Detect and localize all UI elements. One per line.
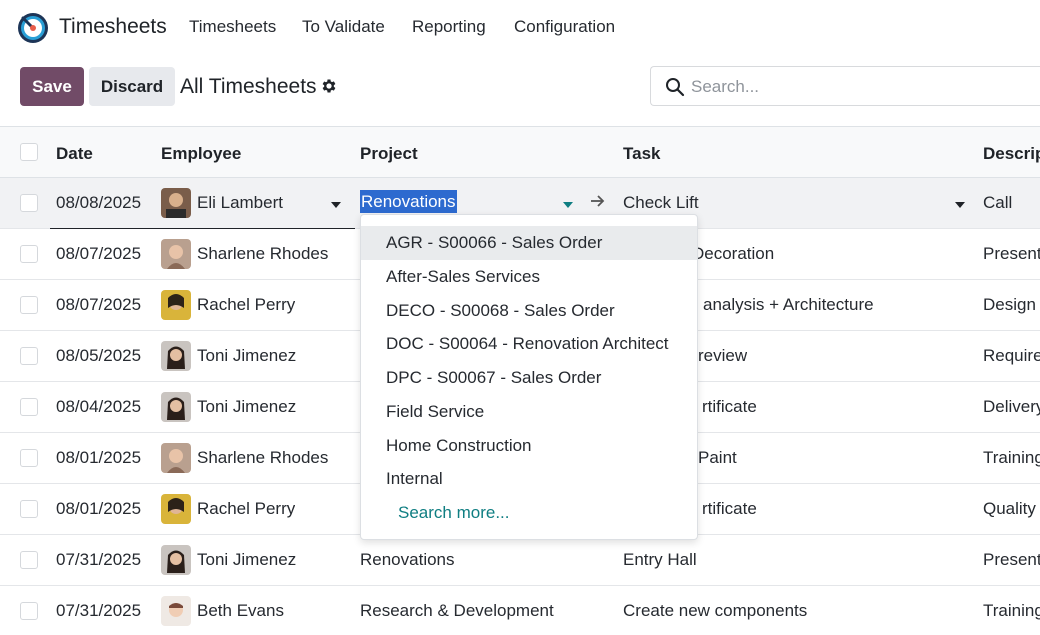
row-task[interactable]: Check Lift	[623, 193, 699, 213]
nav-reporting[interactable]: Reporting	[412, 17, 486, 37]
row-checkbox[interactable]	[20, 602, 38, 620]
dropdown-option[interactable]: DOC - S00064 - Renovation Architect	[361, 327, 697, 361]
caret-down-icon[interactable]	[563, 202, 573, 208]
row-employee: Toni Jimenez	[197, 397, 297, 416]
row-date: 08/01/2025	[56, 499, 142, 518]
row-checkbox[interactable]	[20, 245, 38, 263]
nav-configuration[interactable]: Configuration	[514, 17, 615, 37]
row-employee: Toni Jimenez	[197, 346, 297, 365]
row-checkbox[interactable]	[20, 347, 38, 365]
search-input[interactable]	[691, 76, 1031, 98]
avatar	[161, 596, 191, 626]
row-description: Training	[983, 448, 1040, 467]
row-checkbox[interactable]	[20, 398, 38, 416]
app-logo-icon[interactable]	[17, 12, 49, 44]
row-employee: Sharlene Rhodes	[197, 448, 329, 467]
column-task[interactable]: Task	[623, 144, 661, 164]
top-navbar: Timesheets Timesheets To Validate Report…	[0, 0, 1040, 56]
column-date[interactable]: Date	[56, 144, 93, 164]
row-date: 07/31/2025	[56, 601, 142, 620]
avatar	[161, 545, 191, 575]
select-all-checkbox[interactable]	[20, 143, 38, 161]
row-project: Renovations	[360, 550, 455, 569]
table-row[interactable]: 07/31/2025 Beth Evans Research & Develop…	[0, 586, 1040, 635]
row-date: 08/05/2025	[56, 346, 142, 365]
project-dropdown: AGR - S00066 - Sales Order After-Sales S…	[360, 214, 698, 540]
dropdown-option[interactable]: DPC - S00067 - Sales Order	[361, 361, 697, 395]
row-project: Research & Development	[360, 601, 554, 620]
column-description[interactable]: Descrip	[983, 144, 1040, 164]
row-date: 08/07/2025	[56, 295, 142, 314]
row-description: Delivery	[983, 397, 1040, 416]
row-task: Paint	[698, 448, 737, 467]
row-employee: Beth Evans	[197, 601, 284, 620]
dropdown-option[interactable]: DECO - S00068 - Sales Order	[361, 294, 697, 328]
row-task: Entry Hall	[623, 550, 697, 569]
row-task: Create new components	[623, 601, 808, 620]
project-input-selected[interactable]: Renovations	[360, 190, 457, 213]
row-date: 08/01/2025	[56, 448, 142, 467]
row-date[interactable]: 08/08/2025	[56, 193, 141, 213]
caret-down-icon[interactable]	[331, 202, 341, 208]
table-header: Date Employee Project Task Descrip	[0, 126, 1040, 178]
table-row[interactable]: 07/31/2025 Toni Jimenez Renovations Entr…	[0, 535, 1040, 586]
column-project[interactable]: Project	[360, 144, 418, 164]
avatar	[161, 188, 191, 218]
gear-icon[interactable]	[320, 77, 338, 95]
row-checkbox[interactable]	[20, 551, 38, 569]
dropdown-option[interactable]: Field Service	[361, 395, 697, 429]
dropdown-option[interactable]: After-Sales Services	[361, 260, 697, 294]
row-checkbox[interactable]	[20, 449, 38, 467]
row-description: Training	[983, 601, 1040, 620]
row-checkbox[interactable]	[20, 194, 38, 212]
row-employee[interactable]: Eli Lambert	[197, 193, 283, 213]
row-description: Present	[983, 244, 1040, 263]
avatar	[161, 341, 191, 371]
row-date: 08/04/2025	[56, 397, 142, 416]
row-task: rtificate	[702, 499, 757, 518]
row-task: analysis + Architecture	[703, 295, 874, 314]
avatar	[161, 392, 191, 422]
row-date: 07/31/2025	[56, 550, 142, 569]
avatar	[161, 494, 191, 524]
row-employee: Rachel Perry	[197, 499, 296, 518]
search-more-link[interactable]: Search more...	[361, 496, 697, 530]
dropdown-option[interactable]: Home Construction	[361, 429, 697, 463]
column-employee[interactable]: Employee	[161, 144, 241, 164]
search-icon[interactable]	[665, 77, 685, 97]
avatar	[161, 290, 191, 320]
row-description: Present	[983, 550, 1040, 569]
row-date: 08/07/2025	[56, 244, 142, 263]
row-description: Quality	[983, 499, 1036, 518]
row-task: review	[698, 346, 748, 365]
view-title: All Timesheets	[180, 75, 317, 98]
nav-to-validate[interactable]: To Validate	[302, 17, 385, 37]
row-checkbox[interactable]	[20, 296, 38, 314]
row-description[interactable]: Call	[983, 193, 1012, 213]
dropdown-option[interactable]: Internal	[361, 462, 697, 496]
row-description: Require	[983, 346, 1040, 365]
row-task: rtificate	[702, 397, 757, 416]
avatar	[161, 239, 191, 269]
row-task: Decoration	[692, 244, 775, 263]
row-description: Design	[983, 295, 1036, 314]
discard-button[interactable]: Discard	[89, 67, 175, 106]
row-employee: Sharlene Rhodes	[197, 244, 329, 263]
nav-timesheets[interactable]: Timesheets	[189, 17, 276, 37]
avatar	[161, 443, 191, 473]
save-button[interactable]: Save	[20, 67, 84, 106]
row-employee: Toni Jimenez	[197, 550, 297, 569]
dropdown-option[interactable]: AGR - S00066 - Sales Order	[361, 226, 697, 260]
caret-down-icon[interactable]	[955, 202, 965, 208]
arrow-right-icon[interactable]	[590, 193, 606, 209]
search-bar	[650, 66, 1040, 106]
app-title[interactable]: Timesheets	[59, 15, 167, 39]
row-checkbox[interactable]	[20, 500, 38, 518]
row-employee: Rachel Perry	[197, 295, 296, 314]
